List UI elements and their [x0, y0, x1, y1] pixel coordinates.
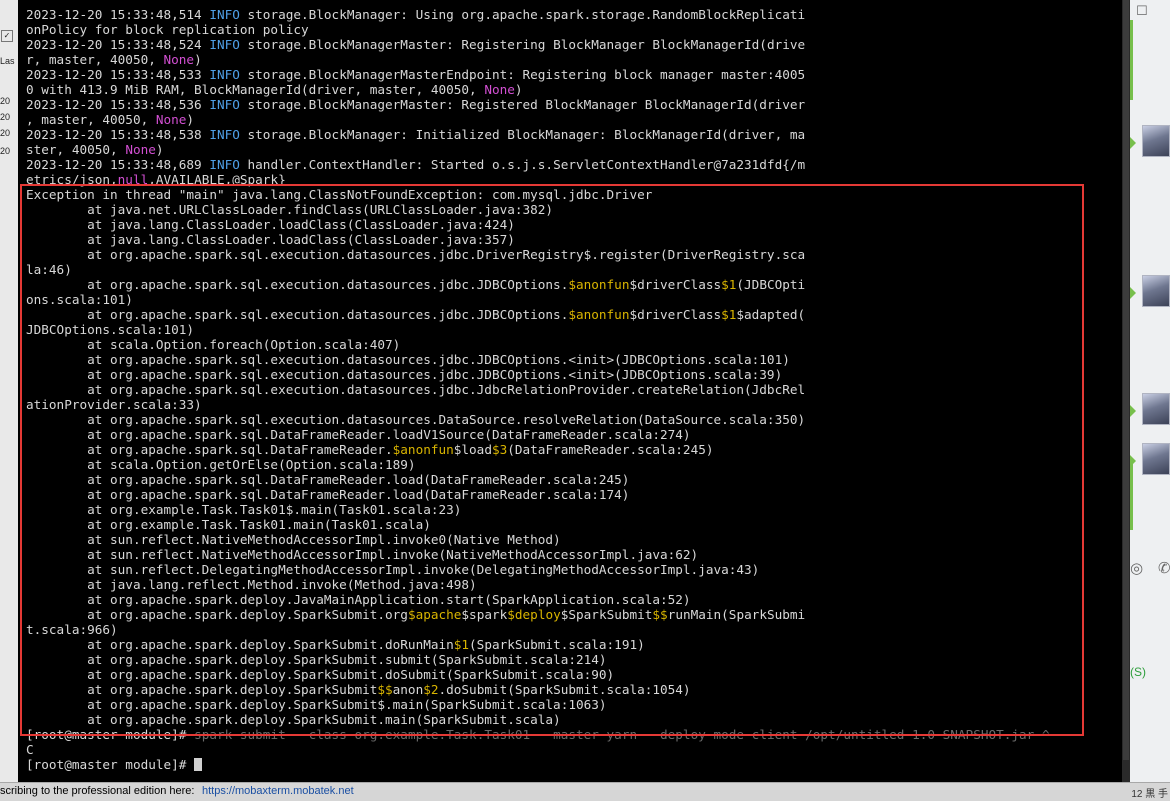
- line-segment: ): [194, 52, 202, 67]
- left-strip-label: 20: [0, 112, 11, 122]
- line-segment: 2023-12-20 15:33:48,524: [26, 37, 210, 52]
- log-line: 2023-12-20 15:33:48,524 INFO storage.Blo…: [26, 37, 805, 52]
- green-indicator: [1130, 20, 1133, 100]
- chat-bubble-tip: [1130, 405, 1136, 417]
- line-segment: ): [155, 142, 164, 157]
- terminal-scrollbar[interactable]: [1122, 0, 1130, 782]
- log-line: 0 with 413.9 MiB RAM, BlockManagerId(dri…: [26, 82, 523, 97]
- mobaxterm-link[interactable]: https://mobaxterm.mobatek.net: [202, 785, 354, 797]
- chat-bubble-tip: [1130, 287, 1136, 299]
- status-corner-text: 12 黒 手: [1131, 789, 1168, 800]
- avatar[interactable]: [1142, 125, 1170, 157]
- line-segment: INFO: [209, 37, 240, 52]
- left-strip-label: 20: [0, 96, 11, 106]
- avatar[interactable]: [1142, 443, 1170, 475]
- line-segment: INFO: [209, 7, 240, 22]
- line-segment: INFO: [209, 97, 240, 112]
- line-segment: storage.BlockManagerMasterEndpoint: Regi…: [239, 67, 806, 82]
- text-cursor: [194, 758, 203, 771]
- left-strip-label: 20: [0, 146, 11, 156]
- line-segment: INFO: [209, 127, 240, 142]
- status-message: scribing to the professional edition her…: [0, 785, 195, 797]
- avatar[interactable]: [1142, 393, 1170, 425]
- line-segment: ): [514, 82, 523, 97]
- line-segment: handler.ContextHandler: Started o.s.j.s.…: [239, 157, 806, 172]
- checkbox-icon[interactable]: ✓: [1, 30, 13, 42]
- log-line: ster, 40050, None): [26, 142, 164, 157]
- shell-prompt: [root@master module]#: [26, 757, 195, 772]
- window-icon[interactable]: ☐: [1136, 4, 1148, 19]
- right-chat-panel: ☐ ◎ ✆ (S): [1130, 0, 1170, 782]
- line-segment: None: [484, 82, 515, 97]
- line-segment: ): [186, 112, 195, 127]
- status-bar: scribing to the professional edition her…: [0, 782, 1170, 801]
- left-strip-label: Las: [0, 56, 15, 66]
- ctrl-c-echo: C: [26, 742, 34, 757]
- line-segment: None: [155, 112, 187, 127]
- chat-bubble-tip: [1130, 137, 1136, 149]
- send-shortcut-label[interactable]: (S): [1130, 665, 1146, 679]
- line-segment: 2023-12-20 15:33:48,538: [26, 127, 210, 142]
- log-line: 2023-12-20 15:33:48,533 INFO storage.Blo…: [26, 67, 805, 82]
- line-segment: 2023-12-20 15:33:48,514: [26, 7, 210, 22]
- line-segment: 2023-12-20 15:33:48,536: [26, 97, 210, 112]
- avatar[interactable]: [1142, 275, 1170, 307]
- log-line: 2023-12-20 15:33:48,538 INFO storage.Blo…: [26, 127, 805, 142]
- line-segment: INFO: [209, 157, 240, 172]
- left-strip-label: 20: [0, 128, 11, 138]
- terminal-window[interactable]: 2023-12-20 15:33:48,514 INFO storage.Blo…: [18, 0, 1122, 782]
- log-line: , master, 40050, None): [26, 112, 194, 127]
- line-segment: storage.BlockManagerMaster: Registered B…: [239, 97, 806, 112]
- line-segment: onPolicy for block replication policy: [26, 22, 309, 37]
- line-segment: 2023-12-20 15:33:48,689: [26, 157, 210, 172]
- scrollbar-thumb[interactable]: [1123, 0, 1129, 760]
- record-icon[interactable]: ◎: [1130, 559, 1143, 577]
- line-segment: , master, 40050,: [26, 112, 156, 127]
- phone-icon[interactable]: ✆: [1158, 559, 1170, 577]
- green-indicator: [1130, 460, 1133, 530]
- log-line: 2023-12-20 15:33:48,536 INFO storage.Blo…: [26, 97, 805, 112]
- line-segment: INFO: [209, 67, 240, 82]
- line-segment: ster, 40050,: [26, 142, 126, 157]
- line-segment: None: [163, 52, 195, 67]
- line-segment: storage.BlockManager: Using org.apache.s…: [239, 7, 806, 22]
- line-segment: storage.BlockManagerMaster: Registering …: [239, 37, 806, 52]
- log-line: r, master, 40050, None): [26, 52, 202, 67]
- line-segment: storage.BlockManager: Initialized BlockM…: [239, 127, 806, 142]
- line-segment: None: [125, 142, 156, 157]
- log-line: 2023-12-20 15:33:48,514 INFO storage.Blo…: [26, 7, 805, 22]
- error-highlight-box: [20, 184, 1084, 736]
- line-segment: 2023-12-20 15:33:48,533: [26, 67, 210, 82]
- shell-prompt-line[interactable]: [root@master module]#: [26, 757, 203, 772]
- line-segment: 0 with 413.9 MiB RAM, BlockManagerId(dri…: [26, 82, 485, 97]
- log-line: onPolicy for block replication policy: [26, 22, 309, 37]
- log-line: 2023-12-20 15:33:48,689 INFO handler.Con…: [26, 157, 805, 172]
- session-sidebar-edge: ✓ Las 20 20 20 20: [0, 0, 19, 782]
- line-segment: r, master, 40050,: [26, 52, 164, 67]
